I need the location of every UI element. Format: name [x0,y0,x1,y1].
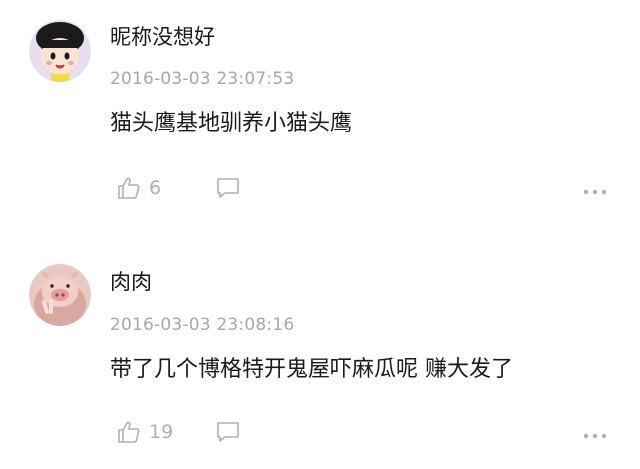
thumbs-up-icon [118,421,140,443]
more-dots-icon [583,189,607,195]
like-count: 6 [149,176,162,199]
comment-text: 猫头鹰基地驯养小猫头鹰 [110,111,353,136]
comment-timestamp: 2016-03-03 23:08:16 [110,315,295,335]
comment-bubble-icon [217,422,239,442]
more-dots-icon [583,433,607,439]
cartoon-girl-avatar-icon [29,20,91,82]
pig-photo-avatar-icon [29,264,91,326]
more-options-button[interactable] [582,182,608,195]
comment-text: 带了几个博格特开鬼屋吓麻瓜呢 赚大发了 [110,357,513,382]
comment-timestamp: 2016-03-03 23:07:53 [110,69,295,89]
username[interactable]: 昵称没想好 [110,27,215,48]
thumbs-up-icon [118,177,140,199]
reply-button[interactable] [215,419,241,445]
reply-button[interactable] [215,175,241,201]
like-button[interactable]: 19 [117,419,173,445]
like-button[interactable]: 6 [117,175,161,201]
username[interactable]: 肉肉 [110,272,152,293]
comment-item: 昵称没想好 2016-03-03 23:07:53 猫头鹰基地驯养小猫头鹰 6 [0,0,640,235]
user-avatar[interactable] [29,20,91,82]
comment-bubble-icon [217,178,239,198]
like-count: 19 [149,420,174,443]
more-options-button[interactable] [582,426,608,439]
user-avatar[interactable] [29,264,91,326]
comment-item: 肉肉 2016-03-03 23:08:16 带了几个博格特开鬼屋吓麻瓜呢 赚大… [0,235,640,469]
